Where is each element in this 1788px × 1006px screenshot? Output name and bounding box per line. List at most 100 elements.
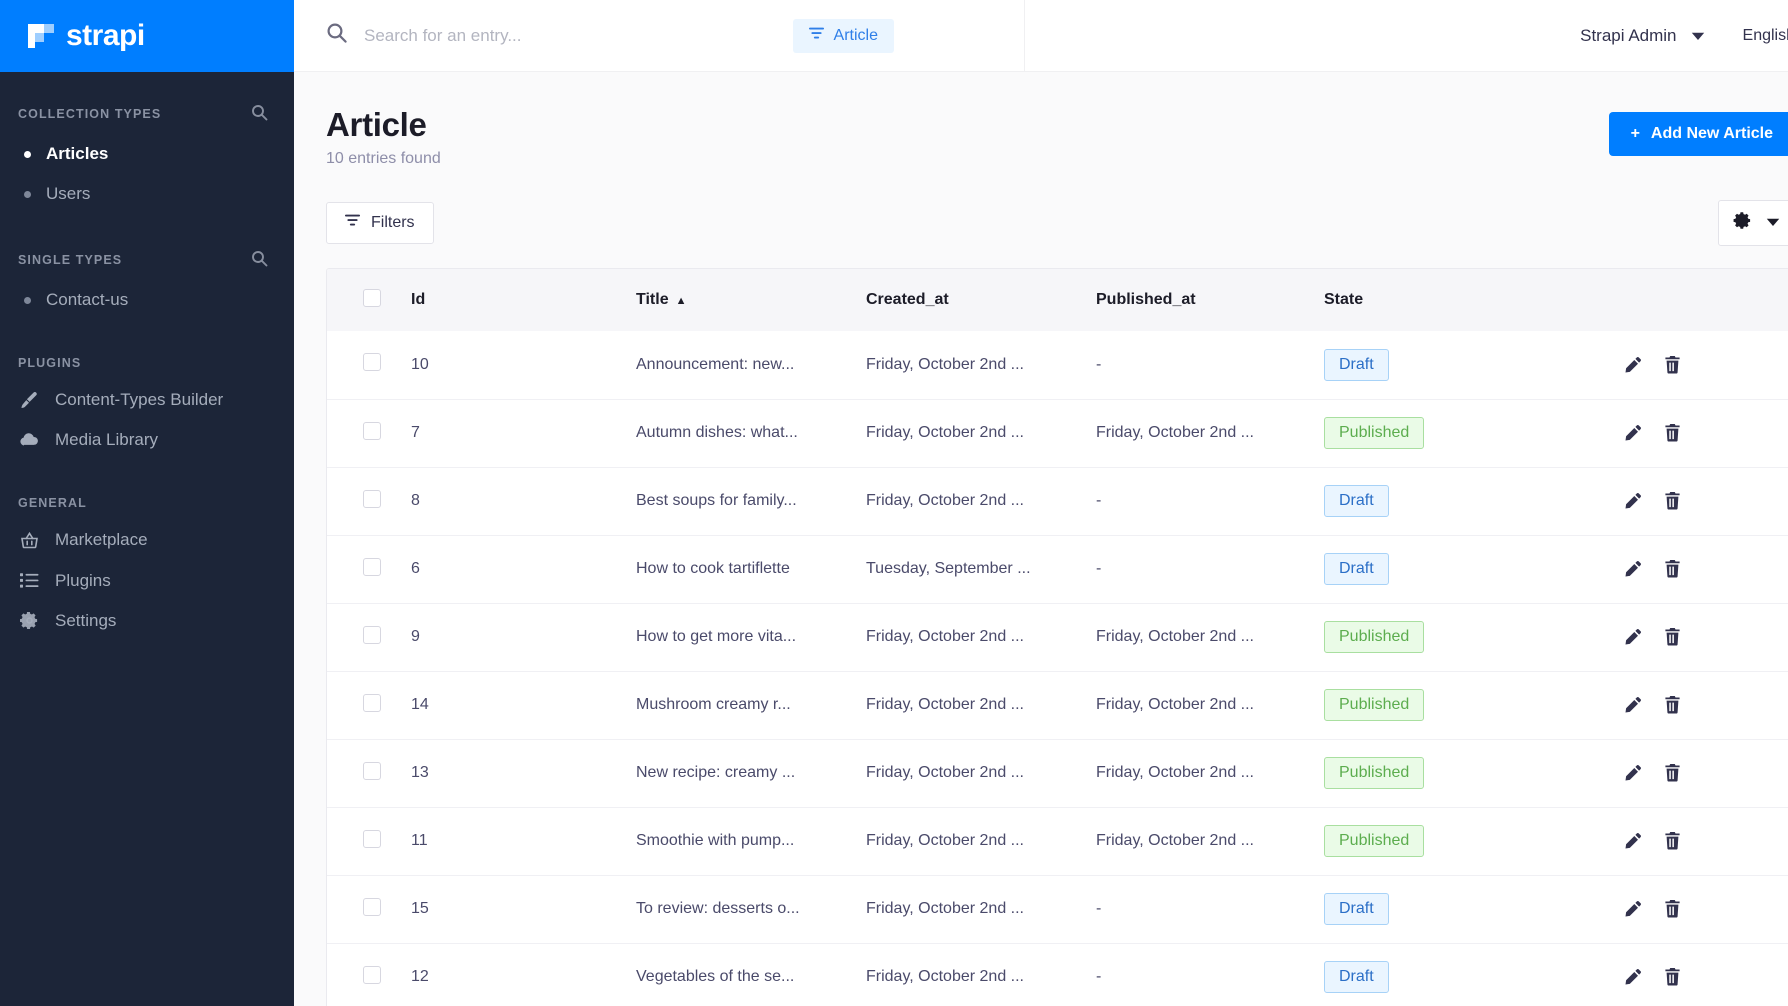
filters-button[interactable]: Filters: [326, 202, 434, 244]
cell-actions: [1624, 807, 1788, 875]
row-checkbox[interactable]: [363, 693, 381, 712]
table-row[interactable]: 15 To review: desserts o... Friday, Octobe…: [327, 875, 1788, 943]
cell-id: 8: [411, 492, 420, 509]
sidebar-item-settings[interactable]: Settings: [0, 601, 294, 641]
search-icon[interactable]: [326, 22, 348, 49]
gear-icon: [18, 610, 40, 632]
delete-icon[interactable]: [1664, 560, 1681, 578]
status-badge: Published: [1324, 689, 1425, 721]
search-input[interactable]: [364, 25, 777, 46]
status-badge: Published: [1324, 417, 1425, 449]
column-header-id[interactable]: Id: [411, 269, 636, 331]
topbar: Article Strapi Admin English: [294, 0, 1788, 72]
table-row[interactable]: 7 Autumn dishes: what... Friday, October 2…: [327, 399, 1788, 467]
cell-published-at: Friday, October 2nd ...: [1096, 424, 1254, 441]
edit-icon[interactable]: [1624, 492, 1642, 510]
search-bar: Article: [294, 0, 894, 72]
row-select-cell: [327, 943, 411, 1006]
table-row[interactable]: 14 Mushroom creamy r... Friday, October 2n…: [327, 671, 1788, 739]
table-header-row: Id Title ▲ Created_at Published_at State: [327, 269, 1788, 331]
edit-icon[interactable]: [1624, 356, 1642, 374]
cell-actions: [1624, 603, 1788, 671]
sidebar-item-content-types-builder[interactable]: Content-Types Builder: [0, 380, 294, 420]
row-select-cell: [327, 467, 411, 535]
edit-icon[interactable]: [1624, 832, 1642, 850]
sidebar-item-marketplace[interactable]: Marketplace: [0, 520, 294, 560]
delete-icon[interactable]: [1664, 968, 1681, 986]
row-checkbox[interactable]: [363, 761, 381, 780]
cell-state: Draft: [1324, 875, 1624, 943]
cell-state: Published: [1324, 603, 1624, 671]
cell-state: Published: [1324, 739, 1624, 807]
row-checkbox[interactable]: [363, 489, 381, 508]
sidebar-item-users[interactable]: Users: [0, 174, 294, 214]
row-checkbox[interactable]: [363, 353, 381, 372]
column-header-actions: [1624, 269, 1788, 331]
row-checkbox[interactable]: [363, 421, 381, 440]
sidebar-item-articles[interactable]: Articles: [0, 134, 294, 174]
edit-icon[interactable]: [1624, 424, 1642, 442]
paintbrush-icon: [18, 389, 40, 411]
delete-icon[interactable]: [1664, 900, 1681, 918]
status-badge: Draft: [1324, 485, 1389, 517]
edit-icon[interactable]: [1624, 900, 1642, 918]
articles-table: Id Title ▲ Created_at Published_at State …: [327, 269, 1788, 1006]
sidebar-item-media-library[interactable]: Media Library: [0, 420, 294, 460]
row-checkbox[interactable]: [363, 829, 381, 848]
column-header-created-at[interactable]: Created_at: [866, 269, 1096, 331]
row-checkbox[interactable]: [363, 897, 381, 916]
search-icon[interactable]: [251, 104, 268, 124]
sidebar-item-plugins[interactable]: Plugins: [0, 561, 294, 601]
chevron-down-icon: [1766, 214, 1780, 232]
cell-id: 12: [411, 968, 429, 986]
add-new-article-button[interactable]: + Add New Article: [1608, 112, 1788, 156]
delete-icon[interactable]: [1664, 832, 1681, 850]
logo-bar[interactable]: strapi: [0, 0, 294, 72]
delete-icon[interactable]: [1664, 696, 1681, 714]
column-header-title[interactable]: Title ▲: [636, 269, 866, 331]
delete-icon[interactable]: [1664, 424, 1681, 442]
language-selector[interactable]: English: [1743, 27, 1788, 45]
edit-icon[interactable]: [1624, 968, 1642, 986]
row-checkbox[interactable]: [363, 557, 381, 576]
table-row[interactable]: 8 Best soups for family... Friday, October…: [327, 467, 1788, 535]
table-row[interactable]: 11 Smoothie with pump... Friday, October 2…: [327, 807, 1788, 875]
table-row[interactable]: 10 Announcement: new... Friday, October 2n…: [327, 331, 1788, 399]
column-header-state[interactable]: State: [1324, 269, 1624, 331]
edit-icon[interactable]: [1624, 628, 1642, 646]
user-name: Strapi Admin: [1580, 25, 1677, 45]
cell-actions: [1624, 331, 1788, 399]
table-row[interactable]: 13 New recipe: creamy ... Friday, October …: [327, 739, 1788, 807]
status-badge: Draft: [1324, 348, 1389, 381]
user-menu[interactable]: Strapi Admin: [1580, 26, 1704, 46]
articles-table-card: Id Title ▲ Created_at Published_at State …: [326, 268, 1788, 1006]
column-header-title-label: Title: [636, 291, 669, 308]
section-title: PLUGINS: [18, 356, 82, 371]
row-select-cell: [327, 807, 411, 875]
sidebar: strapi COLLECTION TYPES Articles Users S…: [0, 0, 294, 1006]
delete-icon[interactable]: [1664, 628, 1681, 646]
cell-state: Draft: [1324, 467, 1624, 535]
edit-icon[interactable]: [1624, 560, 1642, 578]
row-checkbox[interactable]: [363, 625, 381, 644]
row-checkbox[interactable]: [363, 965, 381, 984]
content-type-filter-chip[interactable]: Article: [792, 18, 894, 53]
table-row[interactable]: 6 How to cook tartiflette Tuesday, Septemb…: [327, 535, 1788, 603]
select-all-checkbox[interactable]: [363, 288, 381, 307]
search-icon[interactable]: [251, 250, 268, 270]
sidebar-item-contact-us[interactable]: Contact-us: [0, 280, 294, 320]
cell-actions: [1624, 943, 1788, 1006]
status-badge: Draft: [1324, 553, 1389, 585]
delete-icon[interactable]: [1664, 492, 1681, 510]
table-settings-button[interactable]: [1718, 200, 1788, 246]
list-icon: [18, 570, 40, 592]
delete-icon[interactable]: [1664, 355, 1681, 374]
delete-icon[interactable]: [1664, 764, 1681, 782]
edit-icon[interactable]: [1624, 764, 1642, 782]
table-row[interactable]: 9 How to get more vita... Friday, October …: [327, 603, 1788, 671]
filter-icon: [345, 214, 360, 232]
sidebar-item-label: Articles: [46, 144, 109, 163]
edit-icon[interactable]: [1624, 696, 1642, 714]
table-row[interactable]: 12 Vegetables of the se... Friday, October…: [327, 943, 1788, 1006]
column-header-published-at[interactable]: Published_at: [1096, 269, 1324, 331]
